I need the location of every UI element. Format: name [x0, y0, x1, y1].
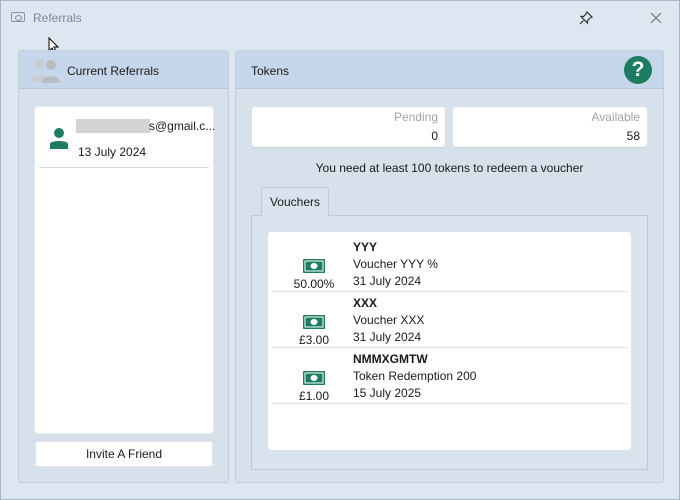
pending-value: 0 [431, 129, 438, 143]
vouchers-tab-content: 50.00% YYY Voucher YYY % 31 July 2024 £3… [251, 215, 648, 470]
voucher-value: 50.00% [293, 277, 335, 291]
referral-card-icon [11, 12, 25, 22]
voucher-value: £1.00 [298, 389, 330, 403]
voucher-date: 31 July 2024 [353, 330, 422, 344]
banknote-icon [303, 315, 325, 329]
voucher-value: £3.00 [298, 333, 330, 347]
pin-icon [579, 11, 593, 25]
window-title: Referrals [33, 11, 82, 25]
voucher-item[interactable]: £1.00 NMMXGMTW Token Redemption 200 15 J… [272, 348, 627, 404]
voucher-date: 31 July 2024 [353, 274, 422, 288]
close-icon [650, 12, 662, 24]
question-mark-icon[interactable]: ? [624, 56, 652, 84]
voucher-code: NMMXGMTW [353, 352, 428, 366]
people-icon [31, 59, 60, 83]
referrals-panel: Current Referrals s@gmail.c... 13 July 2… [18, 50, 229, 483]
voucher-item[interactable]: £3.00 XXX Voucher XXX 31 July 2024 [272, 292, 627, 348]
referrals-list[interactable]: s@gmail.c... 13 July 2024 [35, 107, 215, 433]
banknote-icon [303, 259, 325, 273]
referrals-panel-title: Current Referrals [67, 64, 160, 78]
token-requirement-notice: You need at least 100 tokens to redeem a… [315, 161, 584, 175]
tab-vouchers[interactable]: Vouchers [261, 187, 329, 216]
available-tokens-box: Available 58 [453, 107, 647, 147]
tokens-panel-header: Tokens ? [236, 51, 663, 89]
referral-email: s@gmail.c... [149, 119, 216, 133]
email-redaction [76, 119, 150, 133]
referral-date: 13 July 2024 [78, 145, 147, 159]
close-button[interactable] [643, 7, 669, 29]
vouchers-list[interactable]: 50.00% YYY Voucher YYY % 31 July 2024 £3… [268, 232, 631, 450]
tokens-panel: Tokens ? Pending 0 Available 58 You need… [235, 50, 664, 483]
referrals-panel-header: Current Referrals [19, 51, 228, 89]
title-bar: Referrals [1, 1, 679, 35]
pending-tokens-box: Pending 0 [252, 107, 445, 147]
voucher-code: XXX [353, 296, 378, 310]
tokens-panel-title: Tokens [251, 64, 290, 78]
pending-label: Pending [393, 110, 438, 124]
voucher-date: 15 July 2025 [353, 386, 422, 400]
referral-item[interactable]: s@gmail.c... 13 July 2024 [39, 107, 215, 168]
pin-button[interactable] [575, 7, 597, 29]
voucher-item[interactable]: 50.00% YYY Voucher YYY % 31 July 2024 [272, 236, 627, 292]
available-value: 58 [626, 129, 640, 143]
voucher-description: Voucher YYY % [353, 257, 438, 271]
available-label: Available [591, 110, 640, 124]
voucher-description: Voucher XXX [353, 313, 425, 327]
person-icon [50, 128, 68, 149]
banknote-icon [303, 371, 325, 385]
voucher-code: YYY [353, 240, 378, 254]
invite-friend-button[interactable]: Invite A Friend [35, 441, 213, 467]
referrals-window: Referrals Current Referrals s@gmail.c...… [0, 0, 680, 500]
voucher-description: Token Redemption 200 [353, 369, 477, 383]
